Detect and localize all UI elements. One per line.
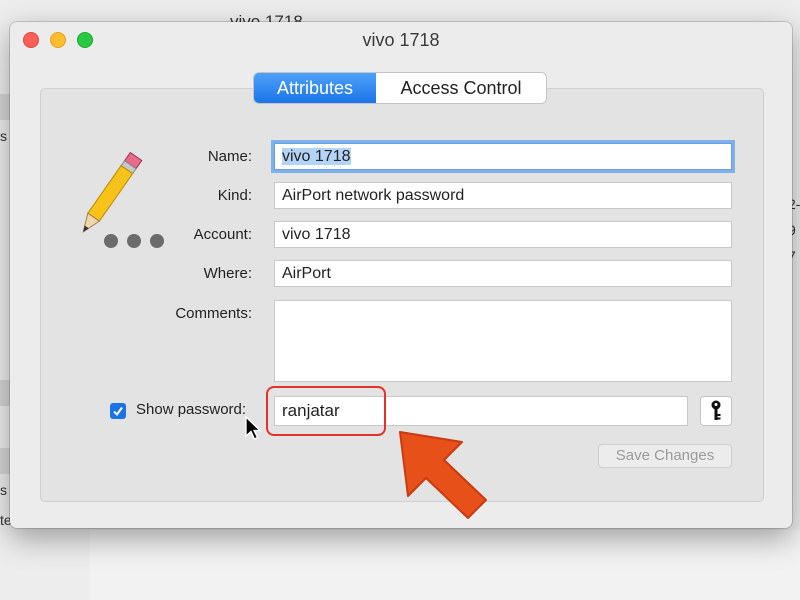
background-text: s [0,482,7,498]
show-password-label: Show password: [136,401,247,418]
account-label: Account: [193,226,252,243]
name-value: vivo 1718 [282,148,351,165]
where-field[interactable]: AirPort [274,260,732,287]
highlight-annotation [266,386,386,436]
password-assistant-button[interactable] [700,396,732,426]
title-bar[interactable]: vivo 1718 [10,22,792,58]
tab-bar: Attributes Access Control [254,73,546,103]
account-field[interactable]: vivo 1718 [274,221,732,248]
tab-access-control[interactable]: Access Control [376,73,546,103]
background-text: s [0,128,7,144]
where-label: Where: [203,265,252,282]
background-pane [90,530,800,600]
window-title: vivo 1718 [362,30,440,50]
show-password-checkbox[interactable] [110,403,126,419]
key-icon [711,400,721,420]
comments-label: Comments: [175,305,252,322]
pencil-dots-icon [78,148,178,258]
kind-label: Kind: [217,187,252,204]
name-label: Name: [207,148,252,165]
name-field[interactable]: vivo 1718 [274,143,732,170]
mouse-pointer-icon [245,415,263,442]
checkmark-icon [113,406,123,417]
kind-field[interactable]: AirPort network password [274,182,732,209]
save-changes-button[interactable]: Save Changes [598,444,732,468]
arrow-annotation-icon [380,420,500,530]
comments-field[interactable] [274,300,732,382]
tab-attributes[interactable]: Attributes [254,73,376,103]
